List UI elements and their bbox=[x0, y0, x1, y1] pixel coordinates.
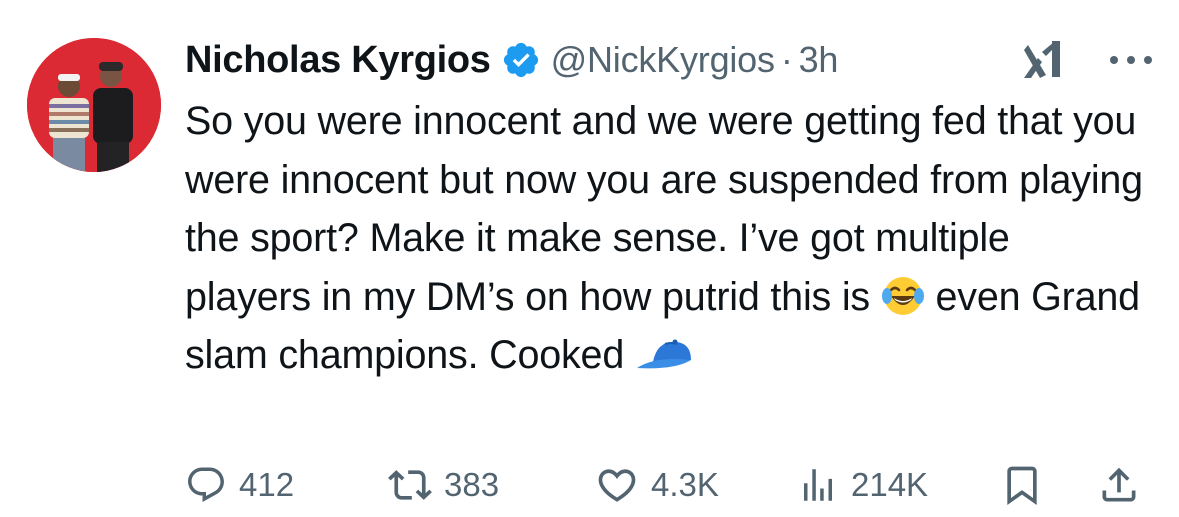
bookmark-button[interactable] bbox=[1000, 455, 1044, 515]
like-count: 4.3K bbox=[651, 466, 719, 503]
heart-icon bbox=[598, 469, 636, 502]
tweet-text: So you were innocent and we were getting… bbox=[185, 92, 1145, 385]
share-button[interactable] bbox=[1097, 455, 1141, 515]
reply-count: 412 bbox=[239, 466, 295, 503]
repost-count: 383 bbox=[444, 466, 500, 503]
author-name[interactable]: Nicholas Kyrgios bbox=[185, 39, 491, 82]
share-icon bbox=[1102, 467, 1136, 502]
face-with-tears-of-joy-emoji bbox=[881, 276, 924, 315]
repost-icon bbox=[388, 470, 432, 500]
reply-icon bbox=[188, 467, 224, 502]
repost-button[interactable]: 383 bbox=[388, 455, 499, 515]
more-icon[interactable] bbox=[1108, 54, 1154, 66]
separator-dot: · bbox=[780, 39, 793, 80]
bookmark-icon bbox=[1007, 466, 1037, 506]
author-handle[interactable]: @NickKyrgios bbox=[551, 39, 775, 81]
verified-badge-icon[interactable] bbox=[501, 40, 541, 80]
like-button[interactable]: 4.3K bbox=[595, 455, 719, 515]
avatar-photo bbox=[27, 38, 161, 172]
timestamp[interactable]: 3h bbox=[799, 39, 839, 81]
billed-cap-emoji bbox=[636, 339, 691, 369]
reply-button[interactable]: 412 bbox=[185, 455, 294, 515]
tweet-header: Nicholas Kyrgios @NickKyrgios · 3h bbox=[185, 30, 1154, 90]
views-button[interactable]: 214K bbox=[797, 455, 928, 515]
views-icon bbox=[804, 469, 832, 501]
views-count: 214K bbox=[851, 466, 929, 503]
action-bar: 412 383 4.3K 214K bbox=[185, 455, 1145, 515]
author-avatar[interactable] bbox=[27, 38, 161, 172]
grok-icon[interactable] bbox=[1020, 38, 1070, 82]
